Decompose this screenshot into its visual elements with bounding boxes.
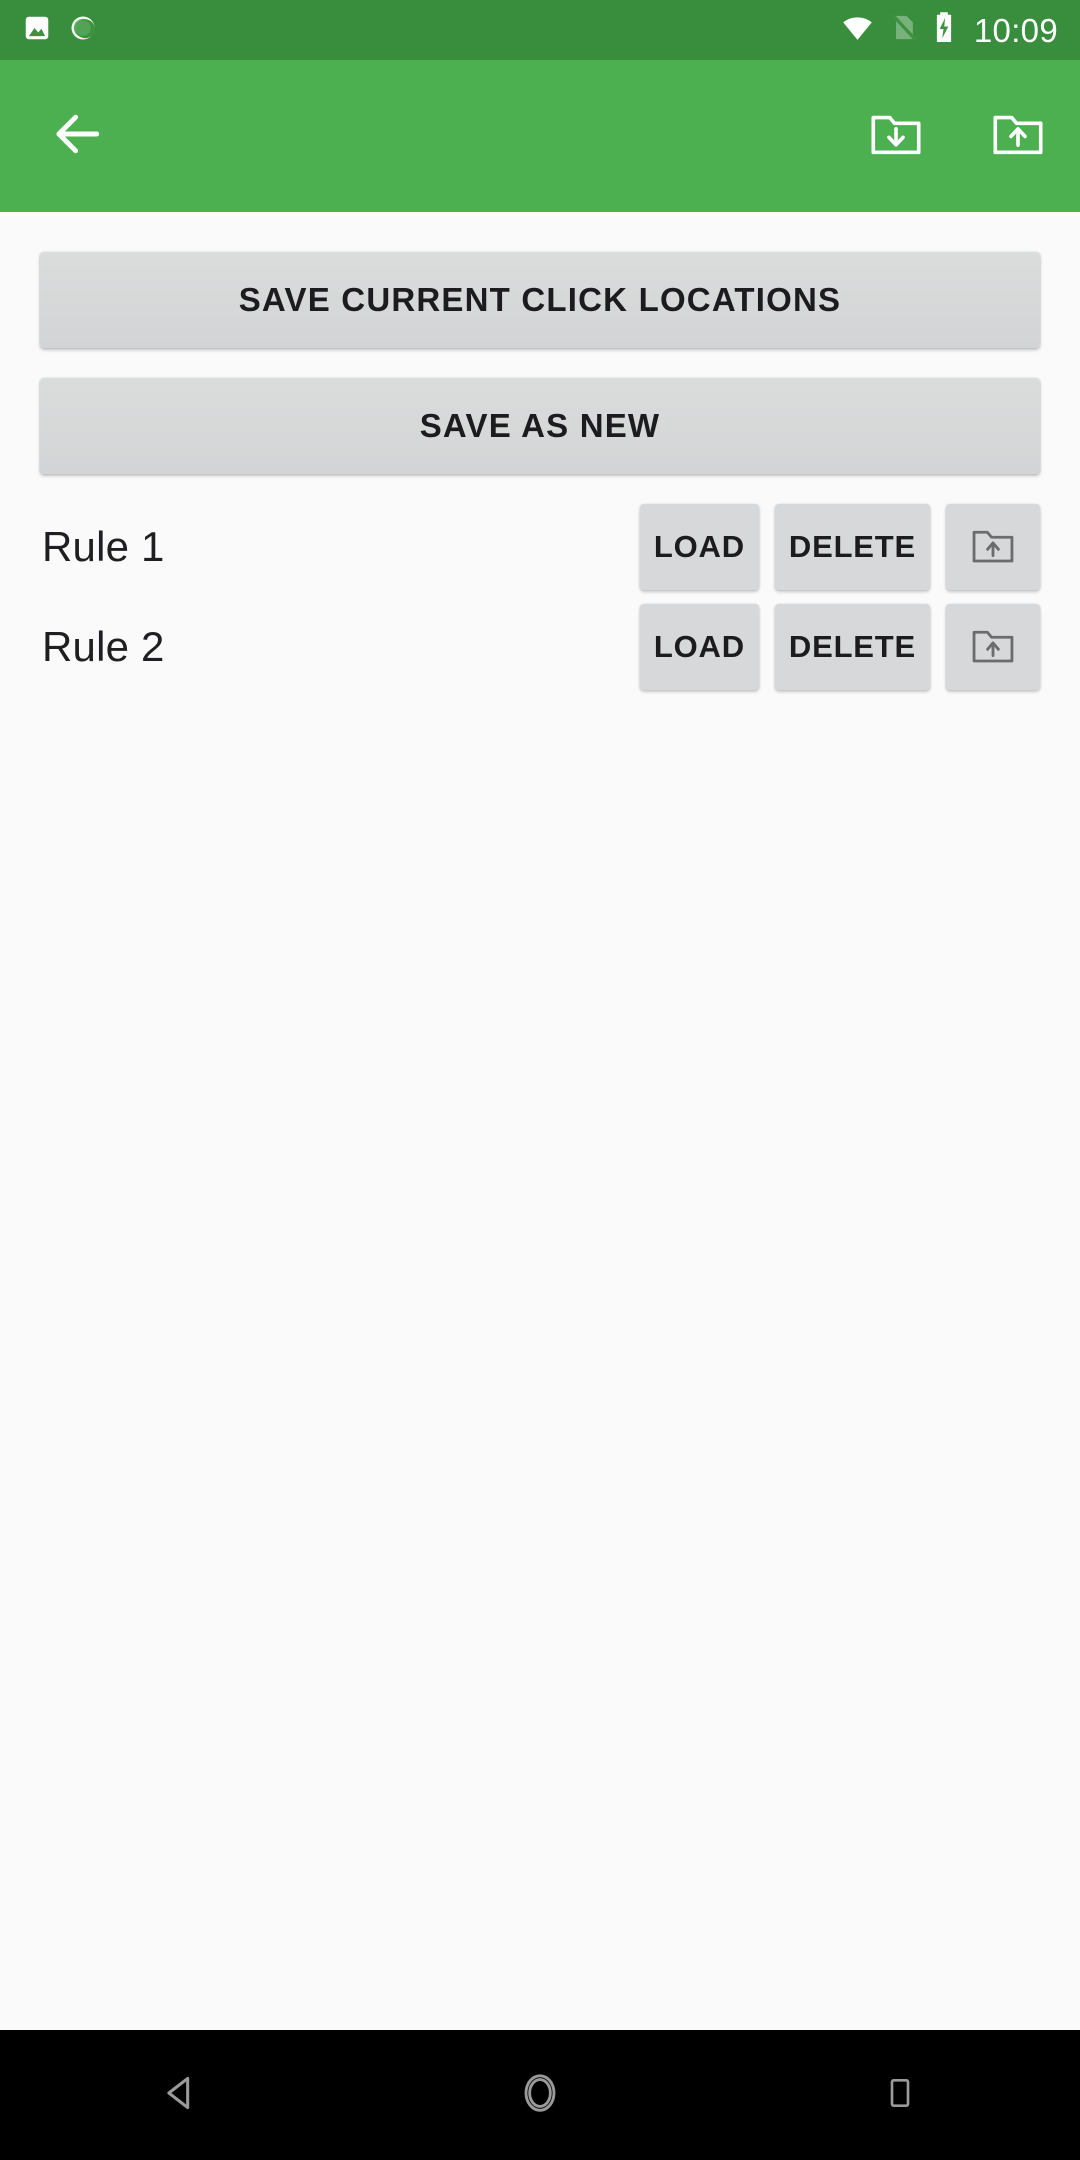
rule-row-actions: LOAD DELETE [639, 604, 1040, 690]
sync-circle-icon [68, 13, 98, 48]
rule-name-label: Rule 1 [42, 523, 165, 570]
folder-upload-icon [989, 105, 1047, 168]
rule-row-actions: LOAD DELETE [639, 504, 1040, 590]
square-icon [880, 2073, 920, 2118]
status-bar-clock: 10:09 [973, 11, 1058, 49]
rule-export-button[interactable] [946, 504, 1040, 590]
nav-home-button[interactable] [450, 2030, 630, 2160]
folder-download-icon [867, 105, 925, 168]
rule-export-button[interactable] [946, 604, 1040, 690]
app-bar-actions [852, 92, 1062, 180]
status-bar-notification-icons [22, 13, 98, 48]
rule-delete-button[interactable]: DELETE [774, 504, 930, 590]
wifi-icon [841, 11, 874, 49]
table-row: Rule 2 LOAD DELETE [40, 604, 1040, 690]
rule-delete-button[interactable]: DELETE [774, 604, 930, 690]
phone-screen: 10:09 SAVE CURRENT CLICK LOCATIONS SAVE … [0, 0, 1080, 2160]
main-content: SAVE CURRENT CLICK LOCATIONS SAVE AS NEW… [0, 212, 1080, 2030]
arrow-left-icon [50, 106, 106, 167]
status-bar-system-icons: 10:09 [841, 11, 1058, 49]
folder-upload-icon [968, 621, 1018, 674]
image-icon [22, 13, 52, 48]
app-bar [0, 60, 1080, 212]
import-folder-button[interactable] [852, 92, 940, 180]
rule-load-button[interactable]: LOAD [639, 604, 759, 690]
status-bar: 10:09 [0, 0, 1080, 60]
save-current-click-locations-button[interactable]: SAVE CURRENT CLICK LOCATIONS [40, 252, 1040, 348]
no-sim-icon [887, 12, 918, 48]
circle-icon [517, 2070, 563, 2121]
app-bar-back-button[interactable] [34, 92, 122, 180]
nav-recents-button[interactable] [810, 2030, 990, 2160]
rule-name-label: Rule 2 [42, 623, 165, 670]
android-navigation-bar [0, 2030, 1080, 2160]
rule-load-button[interactable]: LOAD [639, 504, 759, 590]
rule-list: Rule 1 LOAD DELETE Rule 2 LOAD DELETE [40, 504, 1040, 690]
export-folder-button[interactable] [974, 92, 1062, 180]
nav-back-button[interactable] [90, 2030, 270, 2160]
triangle-left-icon [157, 2070, 203, 2121]
save-as-new-button[interactable]: SAVE AS NEW [40, 378, 1040, 474]
folder-upload-icon [968, 521, 1018, 574]
table-row: Rule 1 LOAD DELETE [40, 504, 1040, 590]
battery-charging-icon [931, 11, 957, 49]
